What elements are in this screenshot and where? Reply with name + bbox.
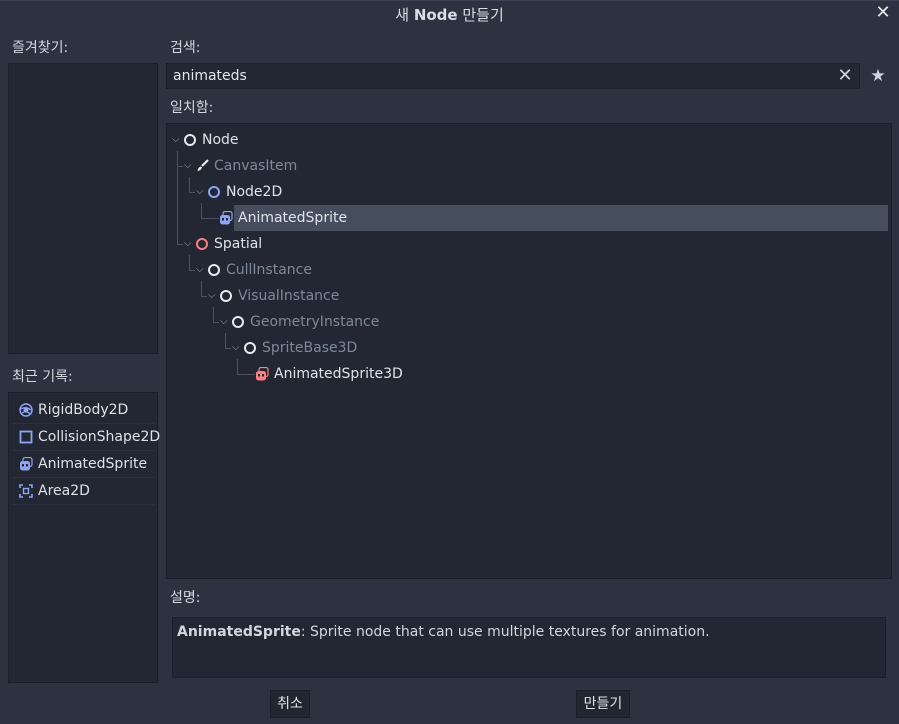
recent-item-animatedsprite[interactable]: AnimatedSprite — [12, 451, 154, 478]
chevron-down-icon[interactable]: ⌵ — [184, 231, 194, 257]
description-label: 설명: — [170, 590, 201, 606]
close-icon[interactable]: ✕ — [873, 3, 893, 23]
tree-item-label: Spatial — [214, 236, 263, 252]
tree-guide — [201, 203, 202, 219]
recent-label: 최근 기록: — [12, 369, 73, 385]
description-body: : Sprite node that can use multiple text… — [300, 624, 710, 640]
tree-item-cullinstance[interactable]: ⌵ CullInstance — [167, 257, 887, 283]
favorites-list[interactable] — [8, 63, 158, 354]
description-text: AnimatedSprite: Sprite node that can use… — [172, 617, 886, 678]
recent-item-collisionshape2d[interactable]: CollisionShape2D — [12, 424, 160, 451]
tree-guide — [201, 218, 219, 219]
recent-item-label: Area2D — [38, 483, 90, 499]
node-icon — [220, 290, 232, 302]
clear-icon[interactable]: ✕ — [835, 66, 855, 86]
matches-label: 일치함: — [170, 100, 214, 116]
recent-item-label: RigidBody2D — [38, 402, 129, 418]
chevron-down-icon[interactable]: ⌵ — [196, 257, 206, 283]
tree-item-label: AnimatedSprite — [238, 210, 348, 226]
tree-item-node[interactable]: ⌵ Node — [167, 127, 887, 153]
tree-item-label: SpriteBase3D — [262, 340, 358, 356]
matches-tree[interactable]: ⌵ Node ⌵ CanvasItem ⌵ Node2D AnimatedSpr… — [166, 123, 892, 579]
node2d-icon — [208, 186, 220, 198]
chevron-down-icon[interactable]: ⌵ — [196, 179, 206, 205]
tree-item-node2d[interactable]: ⌵ Node2D — [167, 179, 887, 205]
tree-item-visualinstance[interactable]: ⌵ VisualInstance — [167, 283, 887, 309]
search-input[interactable]: animateds ✕ — [166, 63, 860, 89]
cancel-button[interactable]: 취소 — [270, 690, 310, 718]
chevron-down-icon[interactable]: ⌵ — [172, 127, 182, 153]
collisionshape2d-icon — [19, 430, 33, 444]
tree-item-label: GeometryInstance — [250, 314, 380, 330]
animatedsprite-icon — [20, 457, 33, 471]
area2d-icon — [19, 484, 33, 498]
chevron-down-icon[interactable]: ⌵ — [208, 283, 218, 309]
tree-item-label: VisualInstance — [238, 288, 340, 304]
tree-item-label: CullInstance — [226, 262, 312, 278]
tree-item-animatedsprite3d[interactable]: AnimatedSprite3D — [167, 361, 887, 387]
node-icon — [184, 134, 196, 146]
tree-item-label: Node2D — [226, 184, 283, 200]
rigidbody2d-icon — [19, 403, 33, 417]
brush-icon — [197, 159, 209, 171]
chevron-down-icon[interactable]: ⌵ — [232, 335, 242, 361]
tree-item-spritebase3d[interactable]: ⌵ SpriteBase3D — [167, 335, 887, 361]
recent-list[interactable]: RigidBody2D CollisionShape2D AnimatedSpr… — [8, 392, 160, 683]
animatedsprite3d-icon — [256, 367, 269, 381]
create-button[interactable]: 만들기 — [576, 690, 630, 718]
tree-item-label: CanvasItem — [214, 158, 298, 174]
favorite-star-icon[interactable]: ★ — [867, 66, 889, 88]
tree-item-label: Node — [202, 132, 239, 148]
recent-item-label: CollisionShape2D — [38, 429, 161, 445]
animatedsprite-icon — [220, 211, 233, 225]
dialog-title: 새 Node 만들기 — [395, 6, 504, 24]
recent-item-area2d[interactable]: Area2D — [12, 478, 154, 505]
tree-item-label: AnimatedSprite3D — [274, 366, 403, 382]
search-label: 검색: — [170, 40, 201, 56]
node-icon — [244, 342, 256, 354]
tree-item-animatedsprite-selected[interactable]: AnimatedSprite — [220, 205, 888, 231]
spatial-icon — [196, 238, 208, 250]
chevron-down-icon[interactable]: ⌵ — [184, 153, 194, 179]
tree-item-spatial[interactable]: ⌵ Spatial — [167, 231, 887, 257]
node-icon — [208, 264, 220, 276]
recent-item-rigidbody2d[interactable]: RigidBody2D — [12, 397, 154, 424]
recent-item-label: AnimatedSprite — [38, 456, 148, 472]
description-node-name: AnimatedSprite — [177, 624, 301, 640]
chevron-down-icon[interactable]: ⌵ — [220, 309, 230, 335]
node-icon — [232, 316, 244, 328]
tree-item-canvasitem[interactable]: ⌵ CanvasItem — [167, 153, 887, 179]
favorites-label: 즐겨찾기: — [12, 40, 69, 56]
tree-item-geometryinstance[interactable]: ⌵ GeometryInstance — [167, 309, 887, 335]
search-input-value: animateds — [173, 68, 247, 84]
